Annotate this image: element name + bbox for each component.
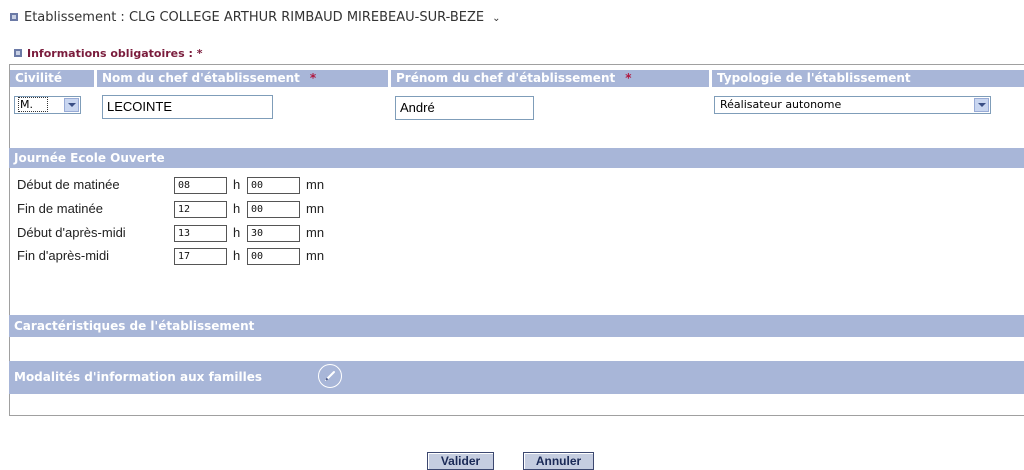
dropdown-arrow-icon[interactable] — [974, 98, 989, 112]
dropdown-arrow-icon[interactable] — [64, 98, 79, 112]
section-bullet-icon — [14, 49, 22, 57]
page-title: Etablissement : CLG COLLEGE ARTHUR RIMBA… — [10, 10, 501, 25]
prenom-value: André — [400, 100, 435, 115]
hour-input[interactable]: 17 — [174, 248, 227, 265]
modalites-title: Modalités d'information aux familles — [14, 370, 263, 384]
column-header-label: Nom du chef d'établissement — [102, 71, 300, 85]
caracteristiques-section-header: Caractéristiques de l'établissement — [9, 315, 1024, 337]
journee-title: Journée Ecole Ouverte — [14, 151, 165, 165]
minute-unit: mn — [306, 225, 325, 240]
valider-label: Valider — [440, 454, 481, 468]
nom-input[interactable]: LECOINTE — [102, 95, 273, 119]
column-header-civilite: Civilité — [10, 70, 94, 87]
hour-unit: h — [233, 201, 241, 216]
required-mark: * — [625, 71, 632, 85]
civilite-value: M. — [18, 97, 48, 112]
required-info-label: Informations obligatoires : * — [27, 47, 203, 60]
column-header-typologie: Typologie de l'établissement — [712, 70, 1024, 87]
journee-section-header: Journée Ecole Ouverte — [9, 148, 1024, 168]
column-header-label: Prénom du chef d'établissement — [396, 71, 616, 85]
hour-input[interactable]: 13 — [174, 225, 227, 242]
section-bullet-icon — [10, 13, 18, 21]
minute-unit: mn — [306, 248, 325, 263]
hour-unit: h — [233, 177, 241, 192]
edit-pencil-icon[interactable] — [318, 364, 342, 388]
hour-unit: h — [233, 225, 241, 240]
valider-button[interactable]: Valider — [427, 452, 494, 470]
minute-unit: mn — [306, 177, 325, 192]
required-info-note: Informations obligatoires : * — [14, 47, 202, 60]
chevron-down-icon[interactable]: ⌄ — [492, 13, 500, 24]
required-mark: * — [309, 71, 317, 85]
hour-unit: h — [233, 248, 241, 263]
annuler-button[interactable]: Annuler — [523, 452, 594, 470]
column-header-nom: Nom du chef d'établissement * — [97, 70, 388, 87]
page-title-text: Etablissement : CLG COLLEGE ARTHUR RIMBA… — [24, 10, 485, 25]
modalites-section-header: Modalités d'information aux familles — [9, 361, 1024, 394]
column-header-prenom: Prénom du chef d'établissement * — [391, 70, 709, 87]
column-header-label: Civilité — [15, 71, 62, 85]
typologie-select[interactable]: Réalisateur autonome — [714, 96, 991, 114]
civilite-select[interactable]: M. — [14, 96, 81, 114]
minute-input[interactable]: 00 — [247, 201, 300, 218]
prenom-input[interactable]: André — [395, 96, 534, 120]
column-header-label: Typologie de l'établissement — [717, 71, 911, 85]
annuler-label: Annuler — [535, 454, 582, 468]
minute-unit: mn — [306, 201, 325, 216]
time-row-label: Début de matinée — [17, 177, 120, 192]
hour-input[interactable]: 08 — [174, 177, 227, 194]
caracteristiques-title: Caractéristiques de l'établissement — [14, 319, 255, 333]
minute-input[interactable]: 00 — [247, 177, 300, 194]
minute-input[interactable]: 00 — [247, 248, 300, 265]
minute-input[interactable]: 30 — [247, 225, 300, 242]
nom-value: LECOINTE — [107, 99, 173, 114]
time-row-label: Fin d'après-midi — [17, 248, 110, 263]
hour-input[interactable]: 12 — [174, 201, 227, 218]
time-row-label: Fin de matinée — [17, 201, 103, 216]
typologie-value: Réalisateur autonome — [720, 98, 842, 111]
time-row-label: Début d'après-midi — [17, 225, 126, 240]
